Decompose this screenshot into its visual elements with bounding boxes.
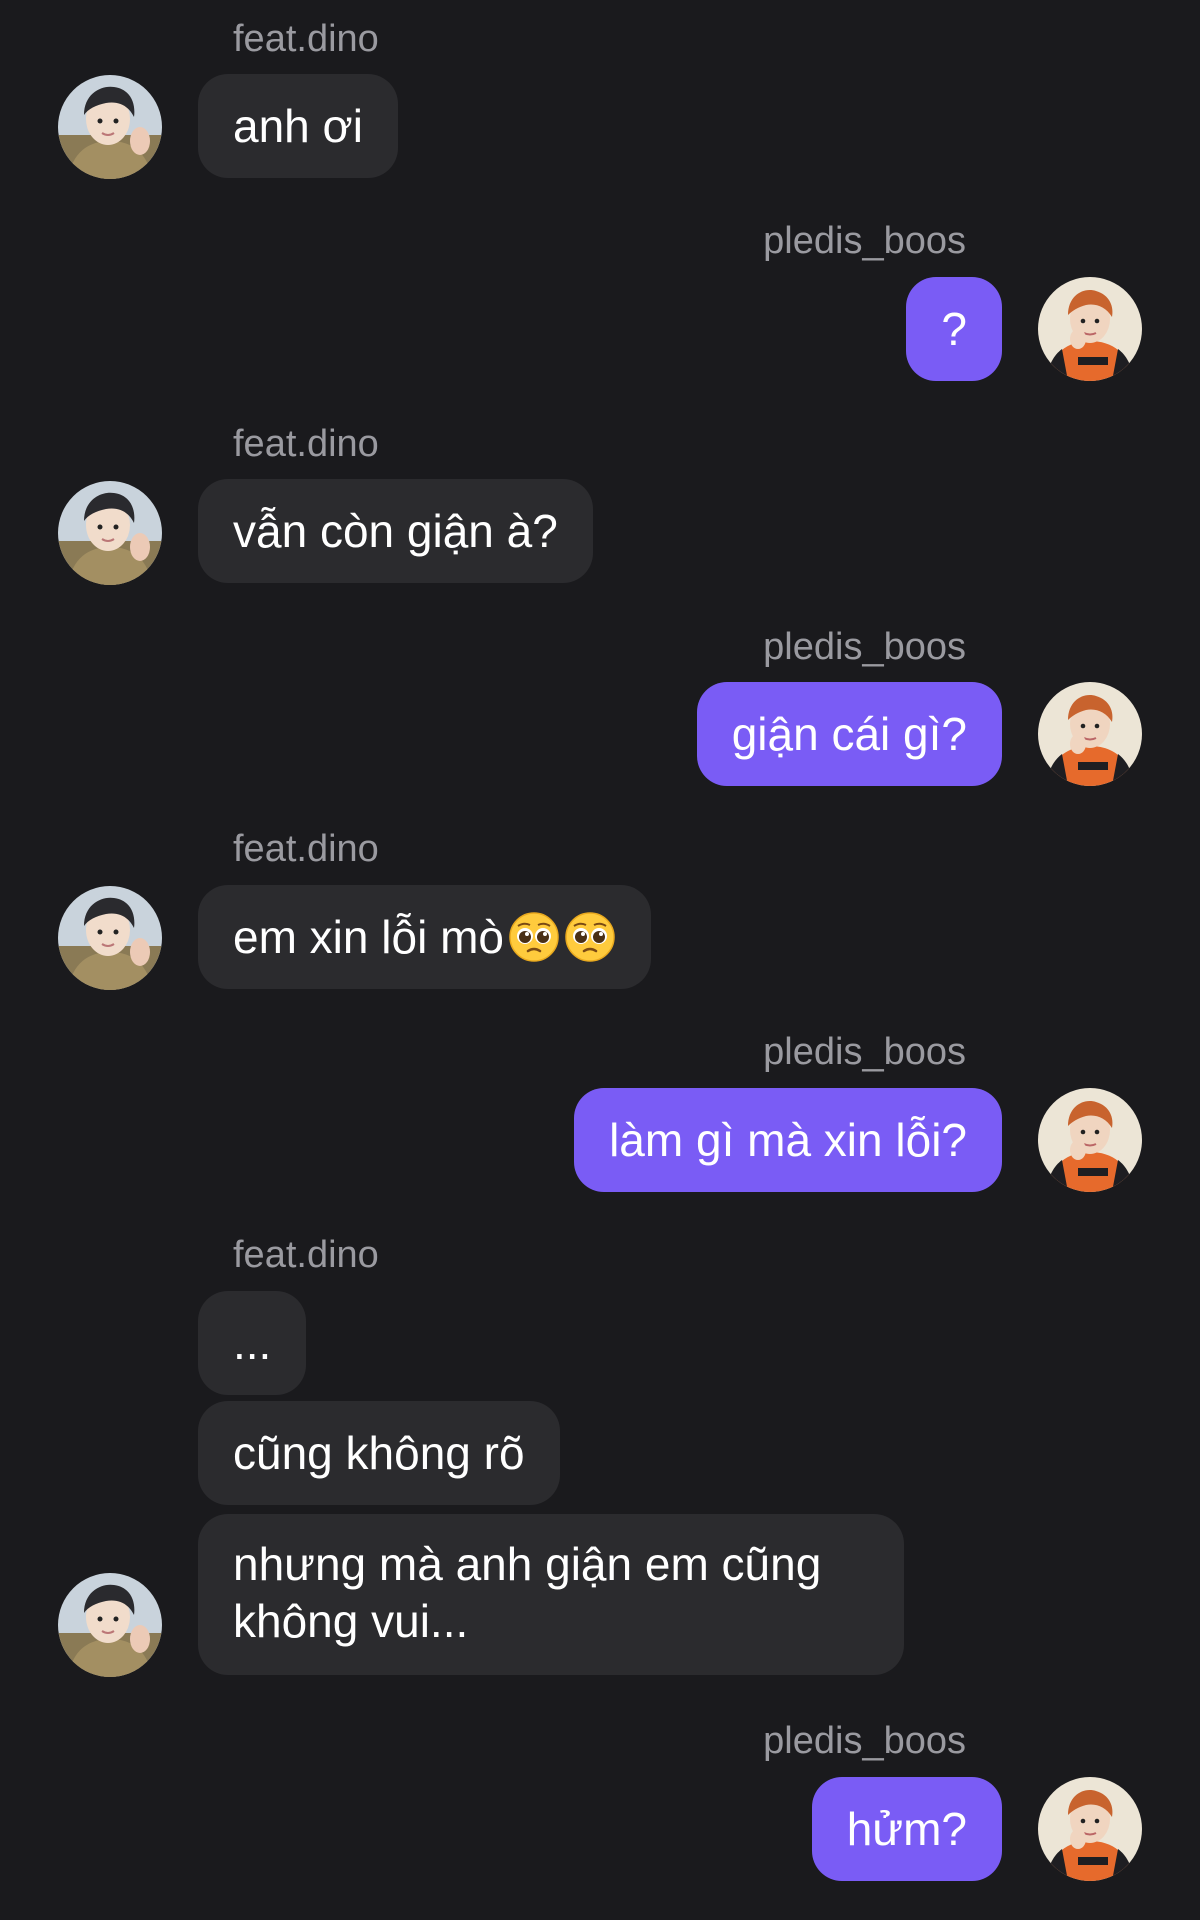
pleading-face-icon (564, 911, 616, 963)
message-text: giận cái gì? (731, 707, 967, 760)
sender-name: feat.dino (233, 18, 379, 60)
avatar-image (1038, 1777, 1142, 1881)
avatar-image (58, 886, 162, 990)
message-bubble-incoming[interactable]: vẫn còn giận à? (198, 479, 593, 583)
avatar[interactable] (1038, 277, 1142, 381)
message-text: cũng không rõ (233, 1426, 525, 1479)
avatar[interactable] (1038, 682, 1142, 786)
avatar-image (58, 481, 162, 585)
avatar[interactable] (58, 481, 162, 585)
pleading-face-icon (508, 911, 560, 963)
avatar[interactable] (1038, 1777, 1142, 1881)
message-text: em xin lỗi mò (233, 910, 504, 963)
sender-name: pledis_boos (763, 626, 966, 668)
message-text: anh ơi (233, 99, 363, 152)
message-text: hửm? (846, 1802, 967, 1855)
message-bubble-incoming[interactable]: ... (198, 1291, 307, 1395)
avatar-image (58, 75, 162, 179)
message-text: ... (233, 1316, 272, 1369)
message-text: nhưng mà anh giận em cũng không vui... (233, 1538, 822, 1647)
avatar[interactable] (58, 1573, 162, 1677)
sender-name: feat.dino (233, 828, 379, 870)
sender-name: pledis_boos (763, 1720, 966, 1762)
avatar[interactable] (58, 75, 162, 179)
message-bubble-outgoing[interactable]: làm gì mà xin lỗi? (574, 1088, 1002, 1192)
message-bubble-outgoing[interactable]: ? (906, 277, 1002, 381)
avatar[interactable] (1038, 1088, 1142, 1192)
message-text: ? (941, 302, 967, 355)
message-bubble-outgoing[interactable]: hửm? (811, 1777, 1002, 1881)
sender-name: feat.dino (233, 423, 379, 465)
sender-name: pledis_boos (763, 1031, 966, 1073)
message-text: làm gì mà xin lỗi? (609, 1113, 967, 1166)
message-bubble-incoming[interactable]: nhưng mà anh giận em cũng không vui... (198, 1514, 904, 1675)
avatar[interactable] (58, 886, 162, 990)
message-bubble-incoming[interactable]: em xin lỗi mò (198, 885, 651, 989)
sender-name: feat.dino (233, 1234, 379, 1276)
avatar-image (58, 1573, 162, 1677)
message-bubble-incoming[interactable]: cũng không rõ (198, 1401, 560, 1505)
message-text: vẫn còn giận à? (233, 504, 558, 557)
sender-name: pledis_boos (763, 220, 966, 262)
avatar-image (1038, 277, 1142, 381)
message-bubble-outgoing[interactable]: giận cái gì? (696, 682, 1002, 786)
avatar-image (1038, 1088, 1142, 1192)
message-bubble-incoming[interactable]: anh ơi (198, 74, 398, 178)
avatar-image (1038, 682, 1142, 786)
